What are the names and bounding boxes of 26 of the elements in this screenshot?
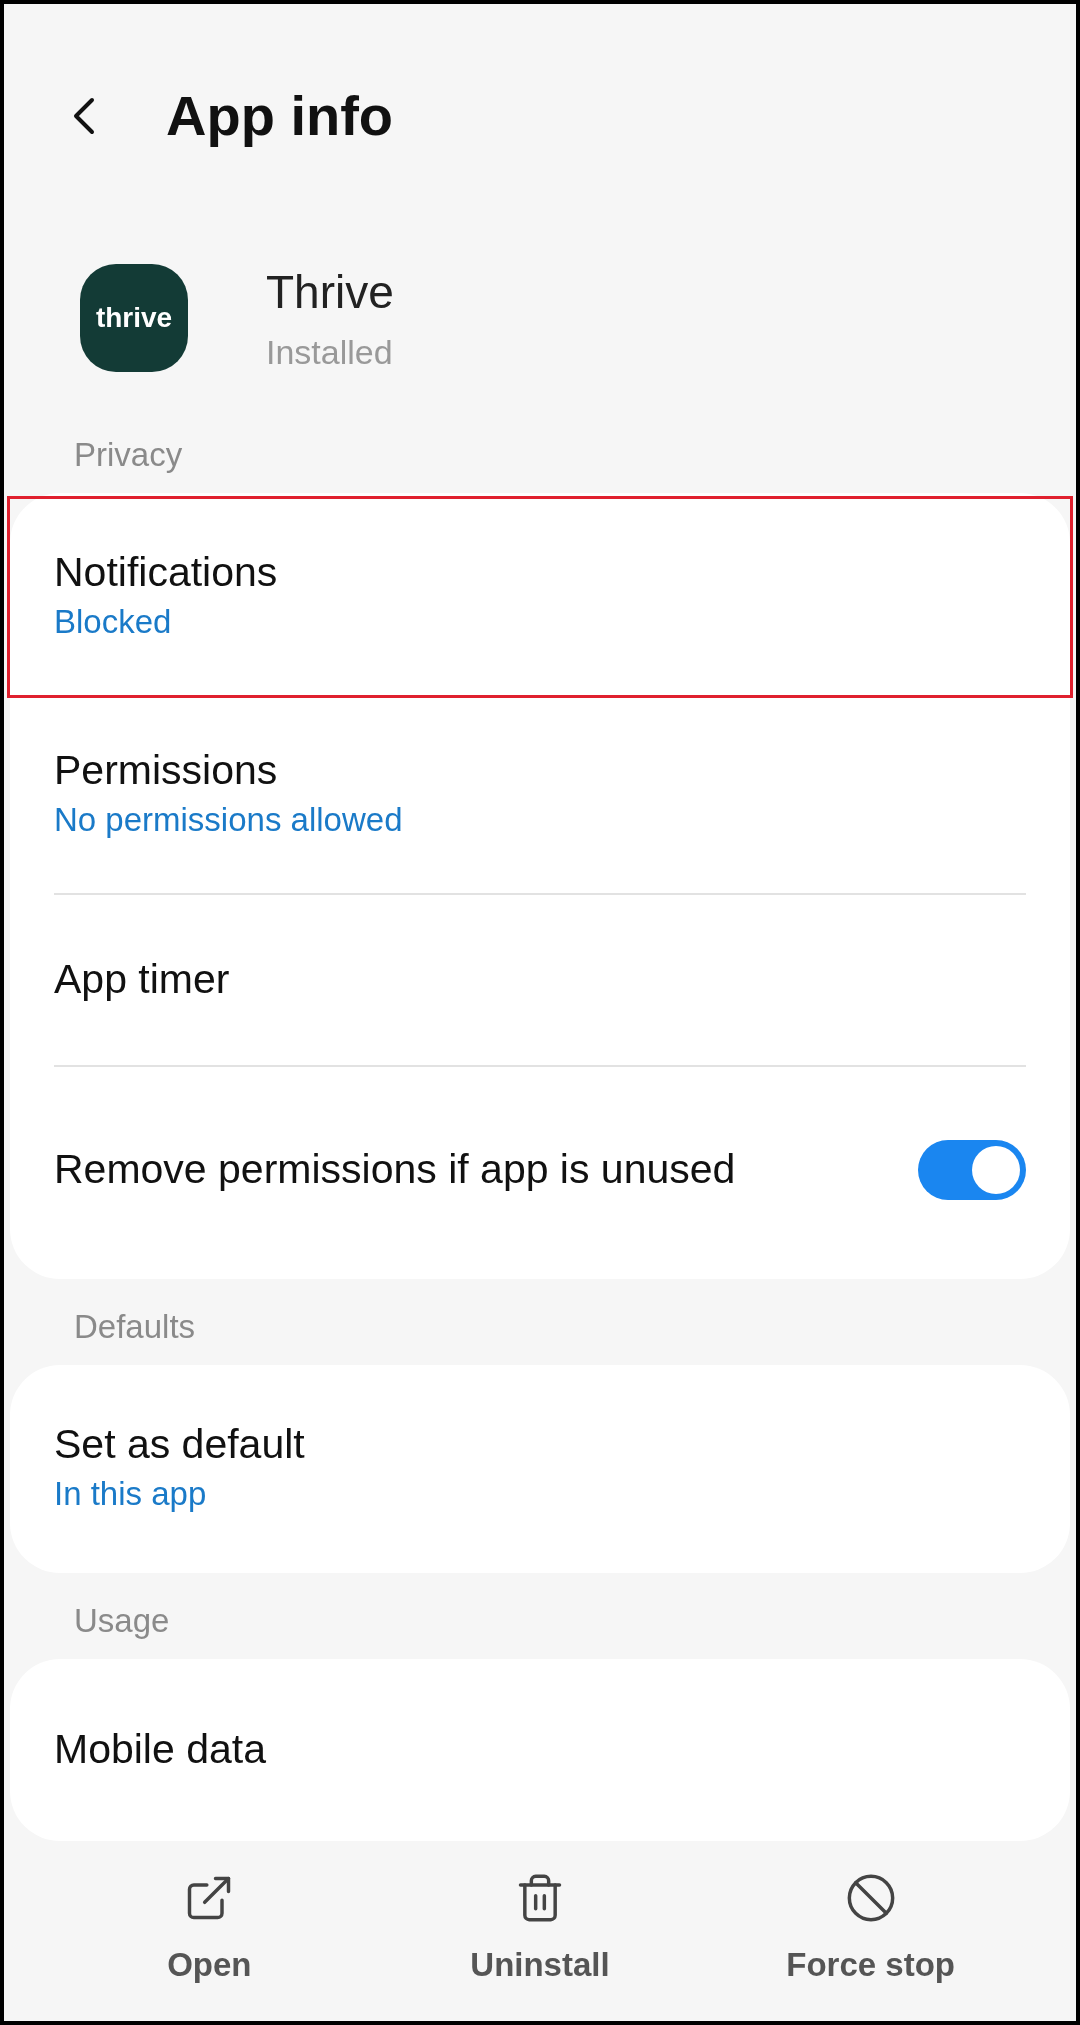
item-subtitle: No permissions allowed xyxy=(54,799,404,840)
page-title: App info xyxy=(166,83,394,150)
item-subtitle: Blocked xyxy=(54,601,173,642)
action-button[interactable]: Open xyxy=(79,1872,340,1990)
settings-item[interactable]: Remove permissions if app is unused xyxy=(10,1067,1070,1273)
item-title: Mobile data xyxy=(54,1725,267,1775)
settings-item[interactable]: Permissions No permissions allowed xyxy=(10,697,1070,893)
app-logo: thrive xyxy=(80,263,188,372)
settings-item[interactable]: App timer xyxy=(10,895,1070,1065)
app-status: Installed xyxy=(266,331,394,373)
section-label: Usage xyxy=(73,1600,171,1641)
settings-item[interactable]: Notifications Blocked xyxy=(10,499,1070,695)
toggle-switch[interactable] xyxy=(918,1140,1026,1200)
item-title: Remove permissions if app is unused xyxy=(54,1145,737,1195)
item-title: Permissions xyxy=(54,745,279,795)
action-button[interactable]: Force stop xyxy=(740,1872,1001,1990)
app-name: Thrive xyxy=(266,264,394,320)
item-title: App timer xyxy=(54,955,231,1005)
settings-item[interactable]: Set as default In this app xyxy=(10,1371,1070,1567)
action-button[interactable]: Uninstall xyxy=(410,1872,670,1990)
section-label: Privacy xyxy=(73,434,184,475)
settings-item[interactable]: Mobile data xyxy=(10,1665,1070,1835)
item-subtitle: In this app xyxy=(54,1473,208,1514)
item-title: Notifications xyxy=(54,547,279,597)
section-label: Defaults xyxy=(73,1306,197,1347)
item-title: Set as default xyxy=(54,1419,306,1469)
